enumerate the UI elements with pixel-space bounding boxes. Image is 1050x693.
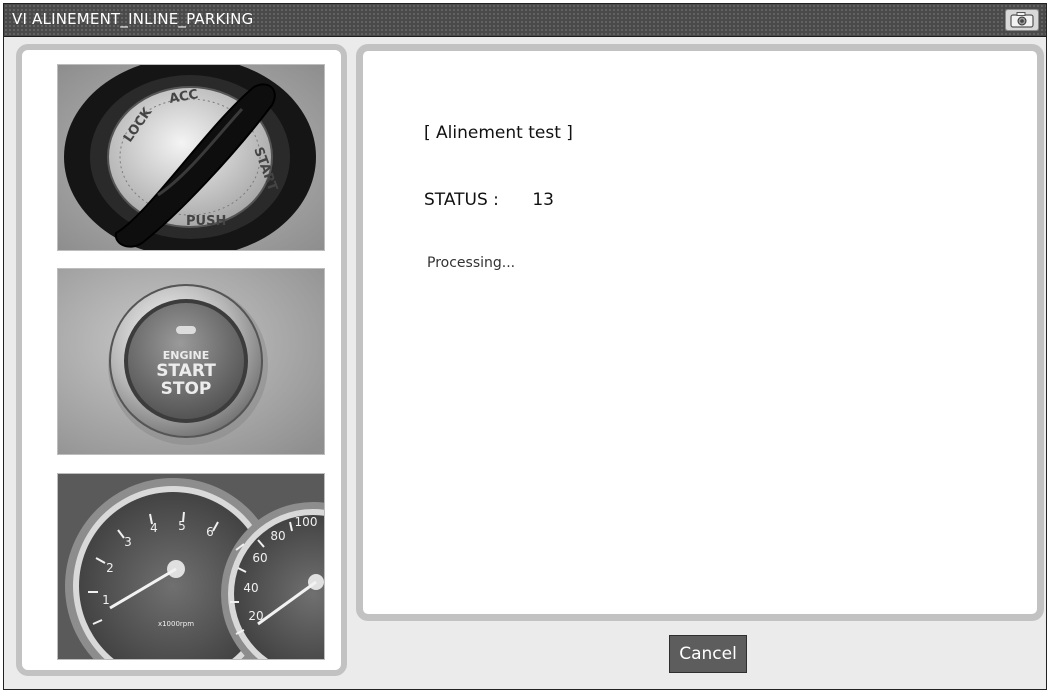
test-output-panel: [ Alinement test ] STATUS : 13 Processin… <box>356 44 1044 621</box>
tach-label: 1 <box>102 593 110 607</box>
speed-label: 100 <box>295 515 318 529</box>
app-window: VI ALINEMENT_INLINE_PARKING LOCK ACC STA… <box>3 3 1047 690</box>
start-label: START <box>156 361 216 381</box>
speed-label: 60 <box>252 551 267 565</box>
tach-label: 4 <box>150 521 158 535</box>
speed-label: 80 <box>270 529 285 543</box>
camera-icon[interactable] <box>1005 9 1039 31</box>
cancel-button[interactable]: Cancel <box>669 635 747 673</box>
status-row: STATUS : 13 <box>424 190 554 210</box>
tach-label: 5 <box>178 519 186 533</box>
stop-label: STOP <box>161 379 212 399</box>
status-value: 13 <box>532 190 554 210</box>
start-stop-button-image: ENGINE START STOP <box>57 268 325 455</box>
ignition-key-image: LOCK ACC ON START PUSH <box>57 64 325 251</box>
instrument-cluster-image: 1 2 3 4 5 6 x1000rpm 20 40 60 80 100 <box>57 473 325 660</box>
status-label: STATUS : <box>424 190 499 210</box>
tach-label: 2 <box>106 561 114 575</box>
window-title: VI ALINEMENT_INLINE_PARKING <box>12 10 254 28</box>
tach-label: 6 <box>206 525 214 539</box>
tach-label: 3 <box>124 535 132 549</box>
speed-label: 40 <box>243 581 258 595</box>
image-panel: LOCK ACC ON START PUSH <box>16 44 347 676</box>
processing-message: Processing... <box>427 255 516 271</box>
test-title: [ Alinement test ] <box>424 123 573 143</box>
ignition-label: PUSH <box>186 214 226 229</box>
tach-unit: x1000rpm <box>158 620 194 628</box>
title-bar: VI ALINEMENT_INLINE_PARKING <box>4 4 1046 37</box>
